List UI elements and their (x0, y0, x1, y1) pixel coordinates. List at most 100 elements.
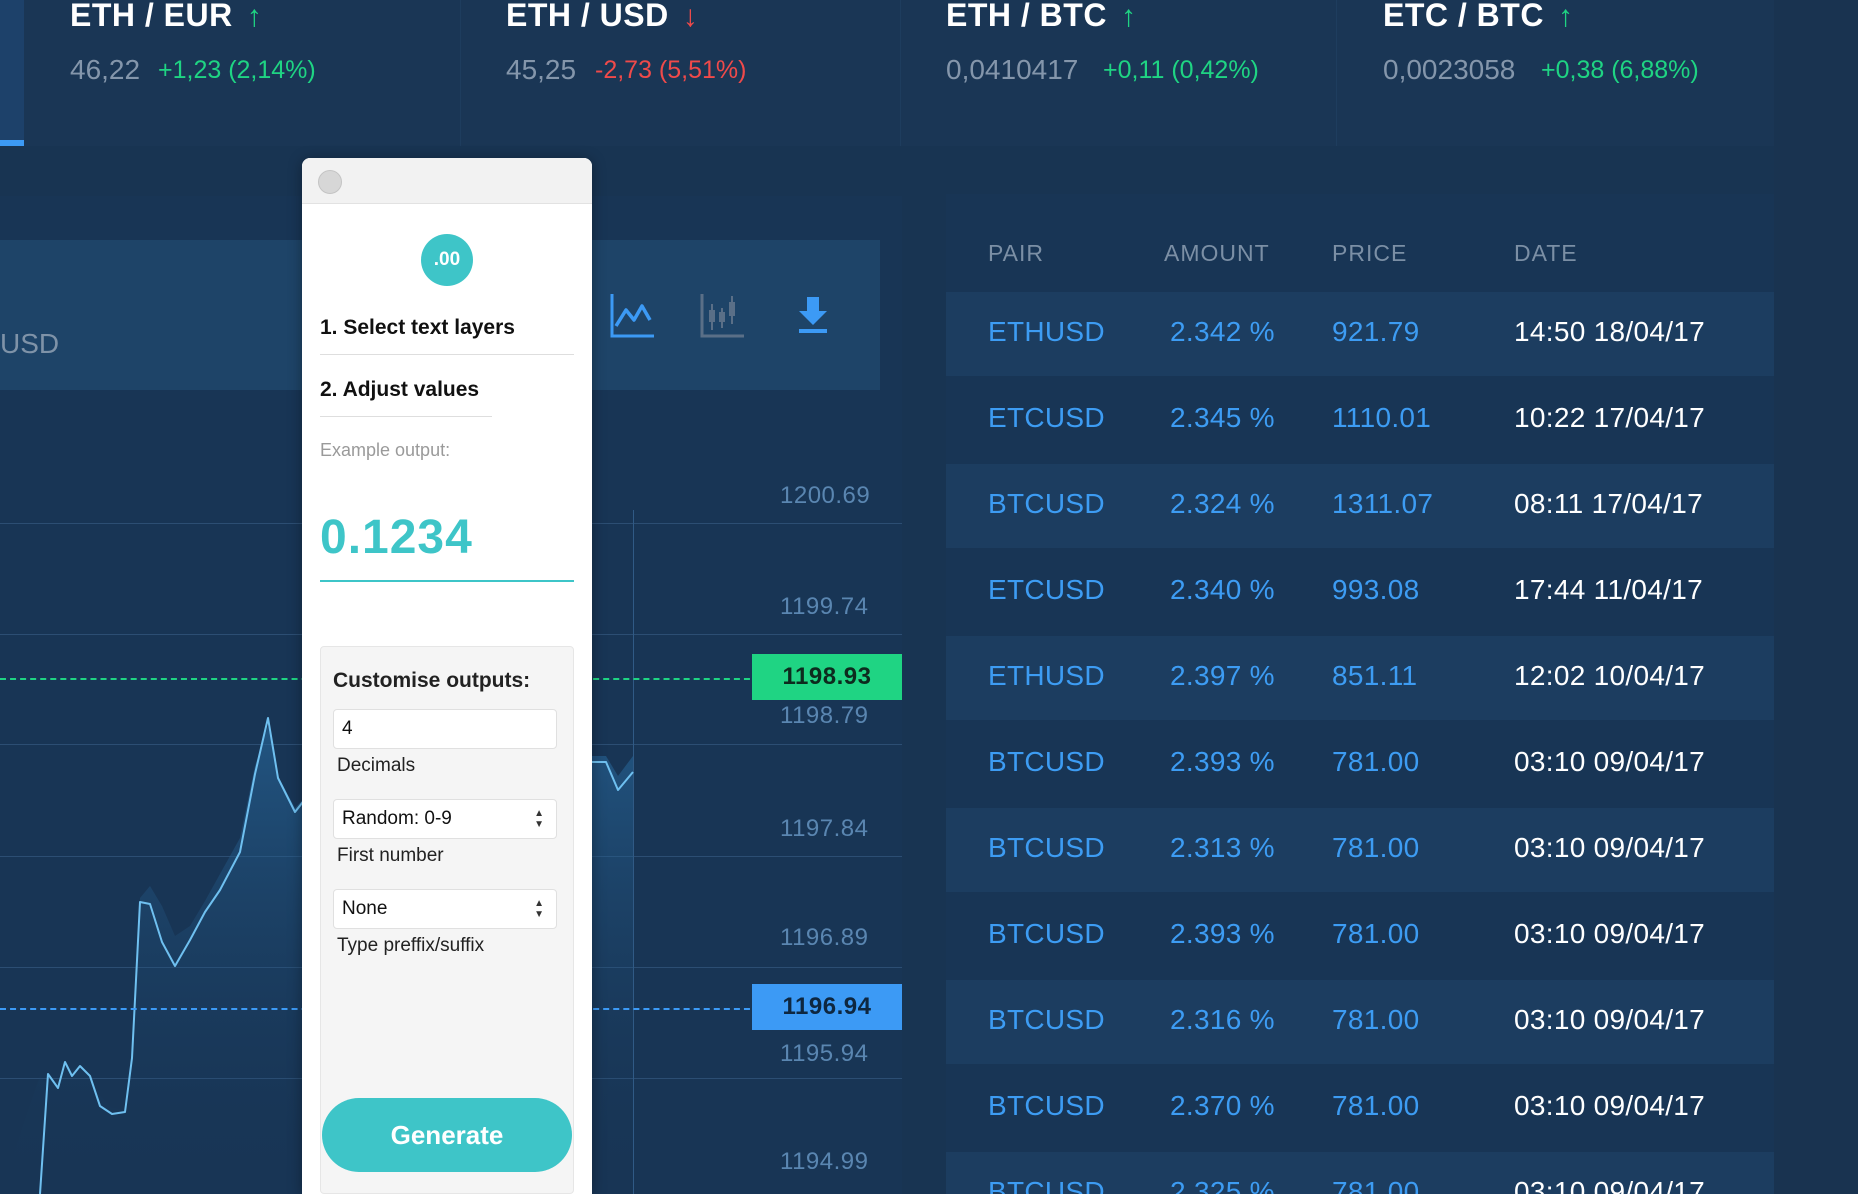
trade-pair: ETCUSD (988, 402, 1105, 433)
ticker-pair: ETH / BTC (946, 0, 1107, 33)
window-titlebar (302, 158, 592, 204)
trade-price: 993.08 (1332, 574, 1420, 605)
ticker-pair: ETH / EUR (70, 0, 233, 33)
divider (320, 354, 574, 355)
ticker-bar: ETH / EUR ↑ 46,22 +1,23 (2,14%) ETH / USD… (0, 0, 1774, 146)
plugin-logo: .00 (421, 234, 473, 286)
trade-pair: ETCUSD (988, 574, 1105, 605)
trade-date: 03:10 09/04/17 (1514, 1004, 1706, 1035)
column-header-amount[interactable]: AMOUNT (1164, 240, 1270, 267)
trade-price: 921.79 (1332, 316, 1420, 347)
low-price-tag: 1196.94 (752, 984, 902, 1030)
trade-date: 12:02 10/04/17 (1514, 660, 1706, 691)
plugin-window: .00 1. Select text layers 2. Adjust valu… (302, 158, 592, 1194)
trade-date: 03:10 09/04/17 (1514, 918, 1706, 949)
trade-pair: BTCUSD (988, 1090, 1105, 1121)
ticker-price: 45,25 (506, 54, 577, 85)
trade-amount: 2.340 % (1170, 574, 1275, 605)
ticker-item-etc-btc[interactable]: ETC / BTC ↑ 0,0023058 +0,38 (6,88%) (1336, 0, 1774, 146)
table-row[interactable]: BTCUSD 2.325 % 781.00 03:10 09/04/17 (946, 1152, 1774, 1194)
trade-amount: 2.316 % (1170, 1004, 1275, 1035)
ticker-price: 46,22 (70, 54, 141, 85)
trade-amount: 2.342 % (1170, 316, 1275, 347)
ticker-change: -2,73 (5,51%) (595, 56, 747, 84)
table-row[interactable]: ETHUSD 2.342 % 921.79 14:50 18/04/17 (946, 292, 1774, 376)
ticker-change: +1,23 (2,14%) (158, 56, 316, 84)
step-adjust-values: 2. Adjust values (320, 378, 480, 401)
trade-date: 03:10 09/04/17 (1514, 1090, 1706, 1121)
trade-pair: BTCUSD (988, 1176, 1105, 1194)
trade-price: 781.00 (1332, 832, 1420, 863)
trade-date: 14:50 18/04/17 (1514, 316, 1706, 347)
table-row[interactable]: BTCUSD 2.393 % 781.00 03:10 09/04/17 (946, 894, 1774, 978)
select-arrows-icon: ▲ ▼ (534, 898, 544, 920)
prefix-suffix-select[interactable]: None ▲ ▼ (333, 889, 557, 929)
trade-amount: 2.313 % (1170, 832, 1275, 863)
select-arrows-icon: ▲ ▼ (534, 808, 544, 830)
trade-pair: BTCUSD (988, 746, 1105, 777)
decimals-input[interactable]: 4 (333, 709, 557, 749)
first-number-value: Random: 0-9 (342, 808, 452, 829)
ticker-item-eth-eur[interactable]: ETH / EUR ↑ 46,22 +1,23 (2,14%) (24, 0, 460, 146)
column-header-date[interactable]: DATE (1514, 240, 1578, 267)
ticker-pair: ETH / USD (506, 0, 669, 33)
table-row[interactable]: BTCUSD 2.313 % 781.00 03:10 09/04/17 (946, 808, 1774, 892)
trade-amount: 2.324 % (1170, 488, 1275, 519)
arrow-up-icon: ↑ (1120, 0, 1137, 33)
trade-amount: 2.345 % (1170, 402, 1275, 433)
ticker-active-indicator (0, 140, 24, 146)
ticker-item-eth-usd[interactable]: ETH / USD ↓ 45,25 -2,73 (5,51%) (460, 0, 900, 146)
column-header-pair[interactable]: PAIR (988, 240, 1044, 267)
table-row[interactable]: BTCUSD 2.393 % 781.00 03:10 09/04/17 (946, 722, 1774, 806)
trade-price: 851.11 (1332, 660, 1418, 691)
trade-pair: BTCUSD (988, 488, 1105, 519)
trade-price: 781.00 (1332, 918, 1420, 949)
table-row[interactable]: BTCUSD 2.324 % 1311.07 08:11 17/04/17 (946, 464, 1774, 548)
trade-price: 1110.01 (1332, 402, 1432, 433)
trade-date: 03:10 09/04/17 (1514, 1176, 1706, 1194)
trade-amount: 2.397 % (1170, 660, 1275, 691)
trade-date: 17:44 11/04/17 (1514, 574, 1703, 605)
ticker-price: 0,0023058 (1383, 54, 1516, 85)
trade-pair: ETHUSD (988, 660, 1105, 691)
trade-price: 781.00 (1332, 746, 1420, 777)
page-right-edge (1774, 0, 1858, 1194)
column-header-price[interactable]: PRICE (1332, 240, 1407, 267)
ticker-active-tab[interactable] (0, 0, 24, 146)
trade-price: 1311.07 (1332, 488, 1434, 519)
prefix-suffix-label: Type preffix/suffix (337, 935, 485, 956)
arrow-up-icon: ↑ (1557, 0, 1574, 33)
prefix-suffix-value: None (342, 898, 388, 919)
ticker-pair: ETC / BTC (1383, 0, 1544, 33)
ticker-item-eth-btc[interactable]: ETH / BTC ↑ 0,0410417 +0,11 (0,42%) (900, 0, 1336, 146)
first-number-label: First number (337, 845, 444, 866)
ticker-change: +0,38 (6,88%) (1541, 56, 1699, 84)
trade-pair: ETHUSD (988, 316, 1105, 347)
trade-amount: 2.370 % (1170, 1090, 1275, 1121)
first-number-select[interactable]: Random: 0-9 ▲ ▼ (333, 799, 557, 839)
close-window-button[interactable] (318, 170, 342, 194)
trade-pair: BTCUSD (988, 918, 1105, 949)
example-output-value: 0.1234 (320, 511, 473, 564)
trade-pair: BTCUSD (988, 832, 1105, 863)
trade-amount: 2.325 % (1170, 1176, 1275, 1194)
arrow-down-icon: ↓ (682, 0, 699, 33)
table-row[interactable]: ETHUSD 2.397 % 851.11 12:02 10/04/17 (946, 636, 1774, 720)
example-output-label: Example output: (320, 440, 451, 460)
ticker-price: 0,0410417 (946, 54, 1079, 85)
trade-date: 03:10 09/04/17 (1514, 832, 1706, 863)
trade-pair: BTCUSD (988, 1004, 1105, 1035)
divider (320, 416, 492, 417)
table-row[interactable]: BTCUSD 2.370 % 781.00 03:10 09/04/17 (946, 1066, 1774, 1150)
table-row[interactable]: ETCUSD 2.340 % 993.08 17:44 11/04/17 (946, 550, 1774, 634)
trade-price: 781.00 (1332, 1004, 1420, 1035)
customise-outputs-title: Customise outputs: (333, 669, 531, 692)
generate-button[interactable]: Generate (322, 1098, 572, 1172)
table-row[interactable]: ETCUSD 2.345 % 1110.01 10:22 17/04/17 (946, 378, 1774, 462)
ticker-change: +0,11 (0,42%) (1103, 56, 1259, 84)
trade-price: 781.00 (1332, 1090, 1420, 1121)
trade-price: 781.00 (1332, 1176, 1420, 1194)
table-row[interactable]: BTCUSD 2.316 % 781.00 03:10 09/04/17 (946, 980, 1774, 1064)
high-price-tag: 1198.93 (752, 654, 902, 700)
arrow-up-icon: ↑ (246, 0, 263, 33)
